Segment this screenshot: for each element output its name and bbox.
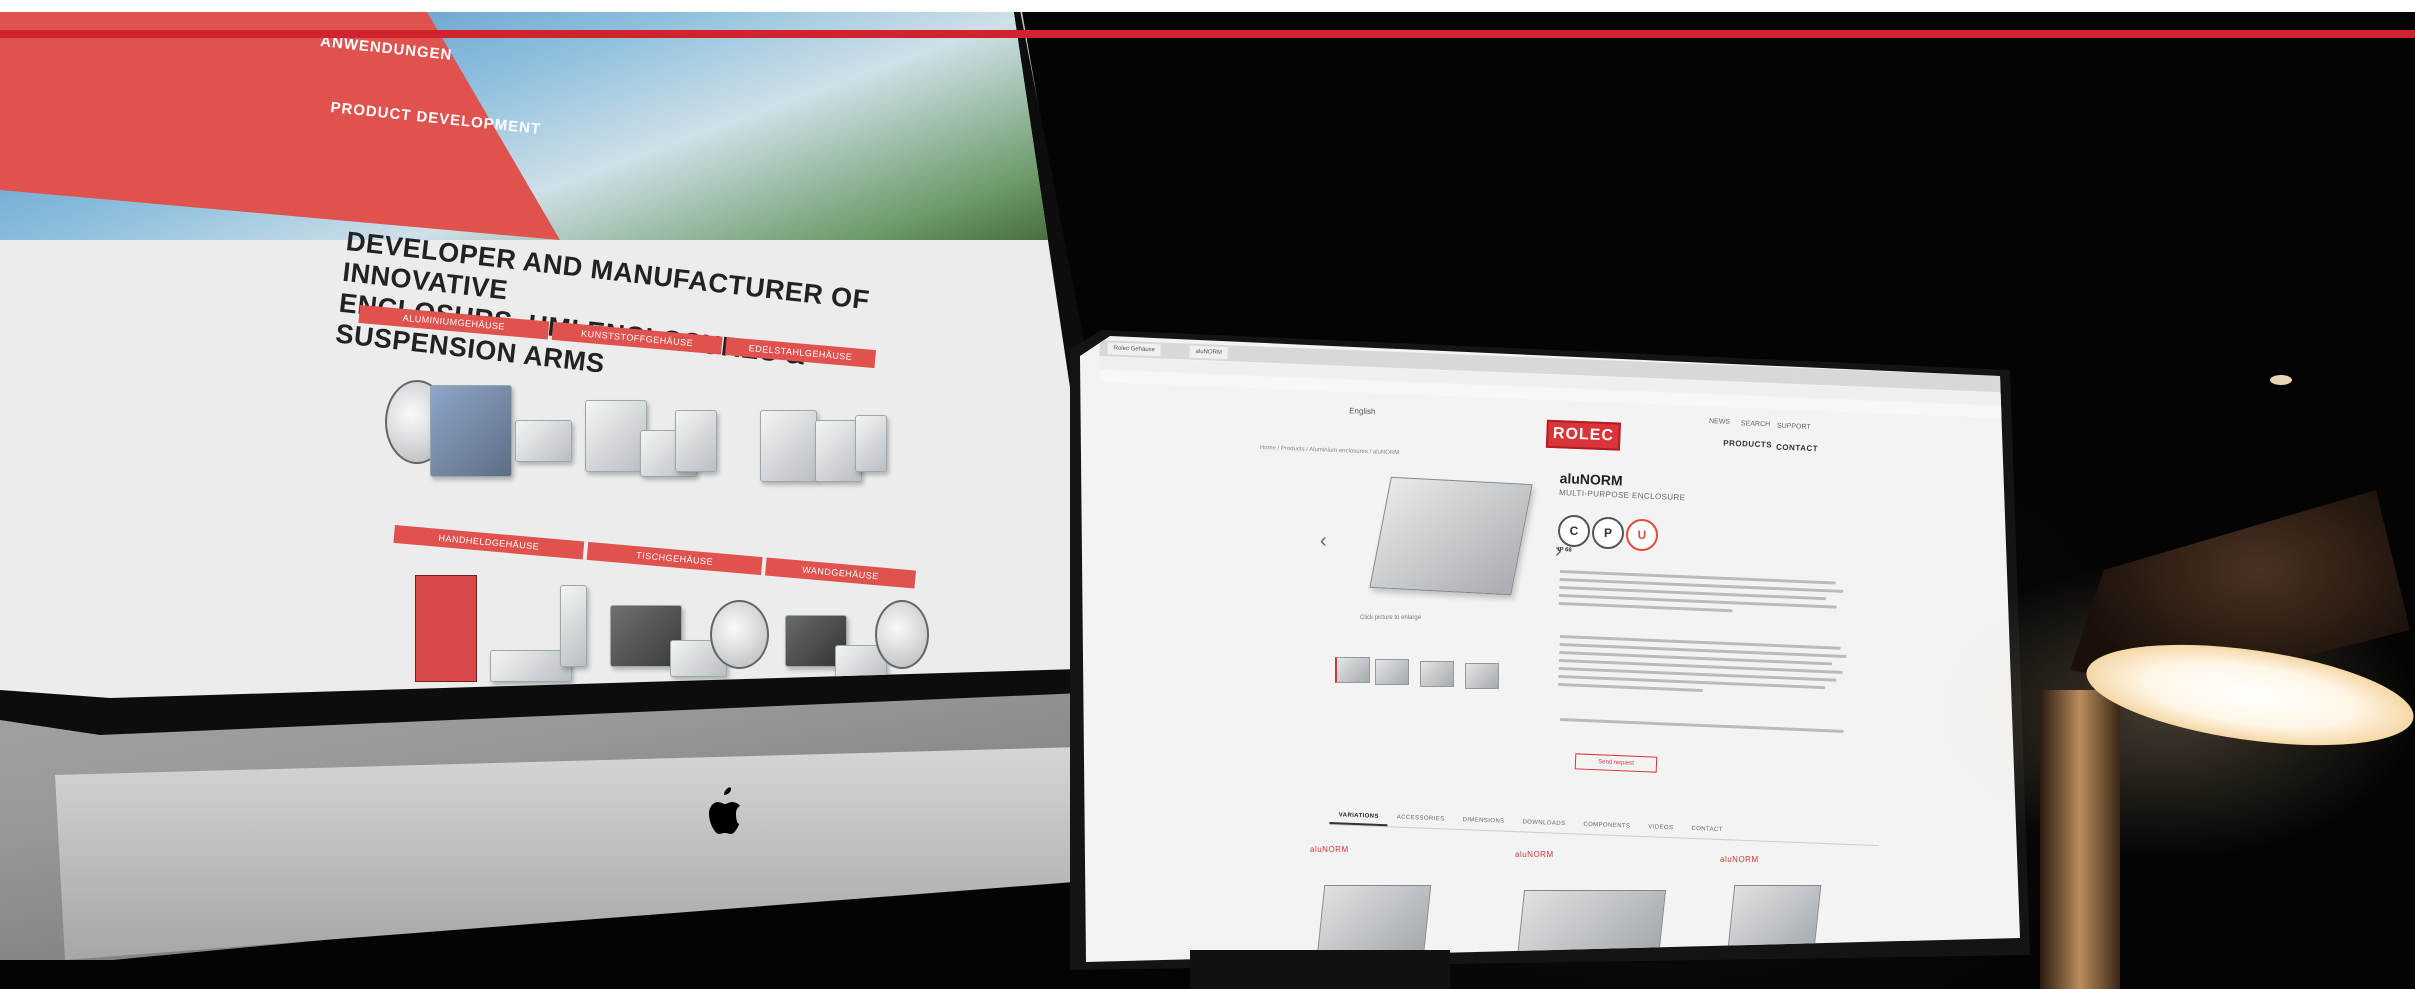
tab-downloads[interactable]: DOWNLOADS: [1513, 815, 1575, 833]
product-disc-2: [710, 600, 769, 669]
tab-videos[interactable]: VIDEOS: [1639, 820, 1683, 838]
product-description-3: [1559, 718, 1850, 738]
gallery-prev-icon[interactable]: ‹: [1320, 530, 1327, 553]
image-caption: Click picture to enlarge: [1360, 615, 1422, 621]
nav-contact[interactable]: CONTACT: [1776, 443, 1818, 454]
product-panel-6: [855, 415, 887, 472]
top-red-rule: [0, 30, 2415, 38]
gallery-thumb-4[interactable]: [1465, 663, 1499, 689]
toplink-news[interactable]: NEWS: [1709, 418, 1730, 426]
cert-pc-icon: P: [1592, 517, 1624, 549]
imac-screen: ANWENDUNGEN PRODUCT DEVELOPMENT DEVELOPE…: [0, 0, 1112, 698]
gallery-thumb-3[interactable]: [1420, 661, 1454, 687]
category-wall[interactable]: WANDGEHÄUSE: [765, 557, 917, 589]
rating-label: IP 66: [1557, 547, 1572, 554]
tab-accessories[interactable]: ACCESSORIES: [1387, 810, 1453, 829]
product-panel-4: [760, 410, 817, 482]
monitor-stand: [1190, 950, 1450, 989]
language-selector[interactable]: English: [1349, 406, 1376, 416]
product-description-1: [1558, 570, 1849, 622]
tab-dimensions[interactable]: DIMENSIONS: [1453, 813, 1514, 831]
lamp-tip: [2270, 375, 2292, 385]
toplink-search[interactable]: SEARCH: [1741, 420, 1770, 428]
tab-components[interactable]: COMPONENTS: [1574, 817, 1640, 835]
product-detail-tabs: VARIATIONS ACCESSORIES DIMENSIONS DOWNLO…: [1329, 808, 1880, 847]
product-red-handheld: [415, 575, 477, 682]
tab-variations[interactable]: VARIATIONS: [1329, 808, 1389, 827]
tab-contact[interactable]: CONTACT: [1682, 822, 1732, 840]
cert-csa-icon: C: [1558, 515, 1590, 547]
top-white-strip: [0, 0, 2415, 12]
gallery-thumb-1[interactable]: [1335, 657, 1370, 683]
category-desktop[interactable]: TISCHGEHÄUSE: [586, 541, 763, 576]
imac-chin: [55, 745, 1165, 960]
toplink-support[interactable]: SUPPORT: [1777, 423, 1811, 431]
browser-tab-1[interactable]: Rolec Gehäuse: [1107, 342, 1162, 357]
product-handheld-tall: [560, 585, 587, 667]
gallery-thumb-2[interactable]: [1375, 659, 1409, 685]
request-button[interactable]: Send request: [1574, 753, 1658, 773]
imac-computer: ANWENDUNGEN PRODUCT DEVELOPMENT DEVELOPE…: [0, 0, 1180, 989]
product-main-image[interactable]: [1369, 476, 1533, 596]
rolec-logo[interactable]: ROLEC: [1545, 419, 1621, 451]
monitor-screen: Rolec Gehäuse aluNORM English ROLEC NEWS…: [1080, 336, 2020, 962]
variation-label-3[interactable]: aluNORM: [1720, 855, 1759, 864]
product-panel-3: [675, 410, 717, 472]
product-box-1: [515, 420, 572, 462]
product-panel-1: [585, 400, 647, 472]
variation-label-2[interactable]: aluNORM: [1515, 850, 1554, 859]
nav-products[interactable]: PRODUCTS: [1723, 439, 1772, 450]
variation-label-1[interactable]: aluNORM: [1310, 845, 1349, 854]
category-handheld[interactable]: HANDHELDGEHÄUSE: [393, 525, 585, 560]
cert-ul-icon: U: [1626, 519, 1658, 551]
product-disc-3: [875, 600, 929, 669]
browser-tab-2[interactable]: aluNORM: [1189, 345, 1229, 360]
photo-scene: ANWENDUNGEN PRODUCT DEVELOPMENT DEVELOPE…: [0, 0, 2415, 989]
lamp-stand: [2040, 690, 2120, 989]
second-monitor: Rolec Gehäuse aluNORM English ROLEC NEWS…: [1070, 330, 2030, 989]
product-display-box: [430, 385, 512, 477]
apple-logo-icon: [709, 787, 740, 834]
product-description-2: [1557, 635, 1850, 703]
